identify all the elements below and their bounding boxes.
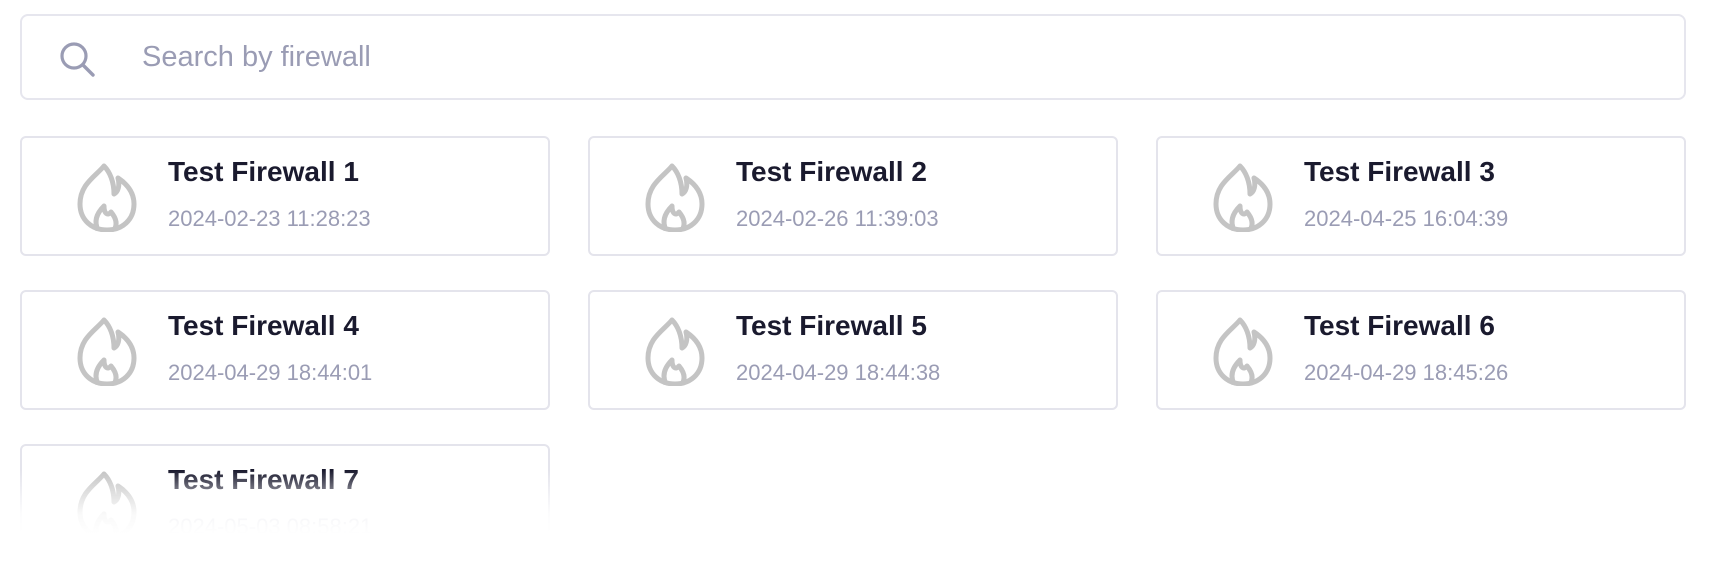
firewall-date: 2024-05-03 08:58:21	[168, 514, 373, 539]
firewall-name: Test Firewall 5	[736, 310, 927, 341]
firewall-date: 2024-04-25 16:04:39	[1304, 206, 1509, 231]
search-bar[interactable]	[20, 14, 1686, 100]
flame-icon	[77, 471, 137, 540]
firewall-card[interactable]: Test Firewall 7 2024-05-03 08:58:21	[20, 444, 550, 564]
firewall-date: 2024-02-26 11:39:03	[736, 206, 939, 231]
flame-icon	[1213, 317, 1273, 386]
firewall-date: 2024-02-23 11:28:23	[168, 206, 371, 231]
firewall-name: Test Firewall 3	[1304, 156, 1495, 187]
firewall-card[interactable]: Test Firewall 4 2024-04-29 18:44:01	[20, 290, 550, 410]
firewall-card[interactable]: Test Firewall 1 2024-02-23 11:28:23	[20, 136, 550, 256]
firewall-card[interactable]: Test Firewall 5 2024-04-29 18:44:38	[588, 290, 1118, 410]
search-icon	[60, 42, 95, 77]
firewall-date: 2024-04-29 18:45:26	[1304, 360, 1509, 385]
firewall-name: Test Firewall 4	[168, 310, 359, 341]
flame-icon	[77, 317, 137, 386]
firewall-name: Test Firewall 6	[1304, 310, 1495, 341]
firewall-name: Test Firewall 7	[168, 464, 359, 495]
firewall-card[interactable]: Test Firewall 3 2024-04-25 16:04:39	[1156, 136, 1686, 256]
flame-icon	[645, 163, 705, 232]
flame-icon	[1213, 163, 1273, 232]
firewall-date: 2024-04-29 18:44:01	[168, 360, 373, 385]
firewall-name: Test Firewall 2	[736, 156, 927, 187]
firewall-date: 2024-04-29 18:44:38	[736, 360, 941, 385]
firewall-card[interactable]: Test Firewall 2 2024-02-26 11:39:03	[588, 136, 1118, 256]
firewall-list-page: Test Firewall 1 2024-02-23 11:28:23 Test…	[0, 0, 1710, 586]
flame-icon	[77, 163, 137, 232]
search-input[interactable]	[122, 16, 1622, 98]
firewall-card[interactable]: Test Firewall 6 2024-04-29 18:45:26	[1156, 290, 1686, 410]
flame-icon	[645, 317, 705, 386]
firewall-name: Test Firewall 1	[168, 156, 359, 187]
